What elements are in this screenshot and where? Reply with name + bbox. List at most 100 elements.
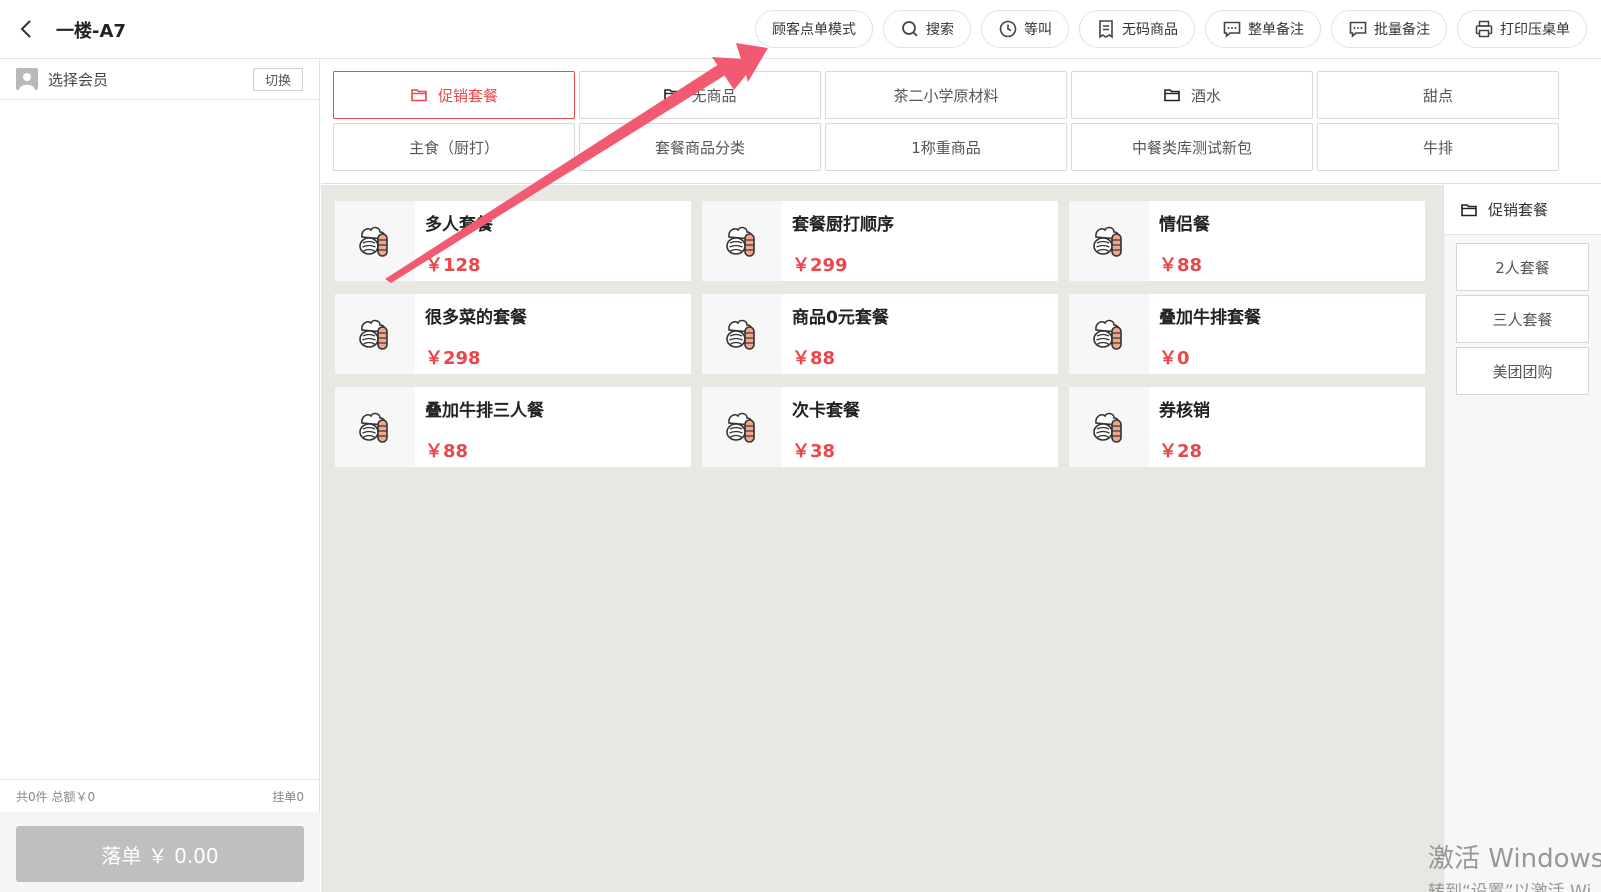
food-icon xyxy=(1069,294,1149,374)
order-panel: 选择会员 切换 共0件 总额￥0 挂单0 落单 ￥ 0.00 xyxy=(0,59,320,892)
category-tab-label: 牛排 xyxy=(1422,138,1453,157)
category-tab[interactable]: 茶二小学原材料 xyxy=(825,71,1067,119)
category-tab[interactable]: 无商品 xyxy=(579,71,821,119)
folder-icon xyxy=(663,86,681,104)
product-card[interactable]: 券核销 ￥28 xyxy=(1069,387,1425,467)
print-table-slip-label: 打印压桌单 xyxy=(1500,22,1570,38)
product-price: ￥128 xyxy=(425,255,481,276)
category-tab-label: 主食（厨打） xyxy=(408,138,499,157)
watermark-line2: 转到“设置”以激活 Wi xyxy=(1428,882,1592,892)
product-card[interactable]: 套餐厨打顺序 ￥299 xyxy=(702,201,1058,281)
search-label: 搜索 xyxy=(926,22,954,38)
product-card[interactable]: 商品0元套餐 ￥88 xyxy=(702,294,1058,374)
product-price: ￥88 xyxy=(792,348,836,369)
avatar xyxy=(16,68,38,90)
category-tab-label: 套餐商品分类 xyxy=(654,138,745,157)
subcategory-list: 2人套餐 三人套餐 美团团购 xyxy=(1444,235,1601,395)
order-remark-button[interactable]: 整单备注 xyxy=(1205,10,1321,48)
select-member-label[interactable]: 选择会员 xyxy=(48,69,108,90)
product-card[interactable]: 叠加牛排三人餐 ￥88 xyxy=(335,387,691,467)
product-card[interactable]: 情侣餐 ￥88 xyxy=(1069,201,1425,281)
product-name: 多人套餐 xyxy=(425,215,493,235)
no-barcode-item-label: 无码商品 xyxy=(1122,22,1178,38)
product-name: 很多菜的套餐 xyxy=(425,308,527,328)
batch-remark-button[interactable]: 批量备注 xyxy=(1331,10,1447,48)
category-tab[interactable]: 促销套餐 xyxy=(333,71,575,119)
food-icon xyxy=(1069,201,1149,281)
category-tab[interactable]: 中餐类库测试新包 xyxy=(1071,123,1313,171)
member-row[interactable]: 选择会员 切换 xyxy=(0,59,319,100)
category-tab[interactable]: 甜点 xyxy=(1317,71,1559,119)
print-table-slip-button[interactable]: 打印压桌单 xyxy=(1457,10,1587,48)
windows-activation-watermark: 激活 Windows 转到“设置”以激活 Wi xyxy=(1428,838,1601,892)
category-tab[interactable]: 套餐商品分类 xyxy=(579,123,821,171)
order-remark-label: 整单备注 xyxy=(1248,22,1304,38)
folder-icon xyxy=(1163,86,1181,104)
subcategory-item[interactable]: 2人套餐 xyxy=(1456,243,1589,291)
category-area: 促销套餐 无商品 茶二小学原材料 酒水 甜点主食（厨打） 套餐商品分类 1称重商品 中餐类库测… xyxy=(321,59,1601,184)
comment-icon xyxy=(1222,19,1242,39)
back-button[interactable] xyxy=(14,16,40,42)
watermark-line1: 激活 Windows xyxy=(1428,844,1601,874)
product-price: ￥88 xyxy=(1159,255,1203,276)
search-button[interactable]: 搜索 xyxy=(883,10,971,48)
food-icon xyxy=(335,201,415,281)
food-icon xyxy=(702,201,782,281)
product-name: 叠加牛排三人餐 xyxy=(425,401,544,421)
product-name: 套餐厨打顺序 xyxy=(792,215,894,235)
product-price: ￥28 xyxy=(1159,441,1203,462)
category-tabs: 促销套餐 无商品 茶二小学原材料 酒水 甜点主食（厨打） 套餐商品分类 1称重商品 中餐类库测… xyxy=(333,71,1559,171)
switch-member-button[interactable]: 切换 xyxy=(253,68,303,91)
product-name: 次卡套餐 xyxy=(792,401,860,421)
user-icon xyxy=(19,73,35,90)
top-bar: 一楼-A7 顾客点单模式 搜索 等叫 无码商品 整单备注 批量备注 打印压桌单 xyxy=(0,0,1601,59)
product-grid: 多人套餐 ￥128 套餐厨打顺序 ￥299 情侣餐 ￥88 很多菜的套餐 ￥298 商品0元套餐… xyxy=(335,201,1425,467)
product-card[interactable]: 次卡套餐 ￥38 xyxy=(702,387,1058,467)
category-tab[interactable]: 酒水 xyxy=(1071,71,1313,119)
category-tab[interactable]: 主食（厨打） xyxy=(333,123,575,171)
category-tab-label: 甜点 xyxy=(1422,86,1453,105)
product-name: 叠加牛排套餐 xyxy=(1159,308,1261,328)
category-tab-label: 促销套餐 xyxy=(437,86,498,105)
product-price: ￥38 xyxy=(792,441,836,462)
product-price: ￥298 xyxy=(425,348,481,369)
product-card[interactable]: 叠加牛排套餐 ￥0 xyxy=(1069,294,1425,374)
comment-icon xyxy=(1348,19,1368,39)
batch-remark-label: 批量备注 xyxy=(1374,22,1430,38)
product-card[interactable]: 多人套餐 ￥128 xyxy=(335,201,691,281)
chevron-left-icon xyxy=(20,20,31,38)
product-area: 多人套餐 ￥128 套餐厨打顺序 ￥299 情侣餐 ￥88 很多菜的套餐 ￥298 商品0元套餐… xyxy=(321,185,1443,892)
table-title: 一楼-A7 xyxy=(56,21,126,42)
wait-call-button[interactable]: 等叫 xyxy=(981,10,1069,48)
product-name: 商品0元套餐 xyxy=(792,308,889,328)
product-name: 券核销 xyxy=(1159,401,1210,421)
receipt-icon xyxy=(1096,19,1116,39)
customer-order-mode-button[interactable]: 顾客点单模式 xyxy=(755,10,873,48)
product-card[interactable]: 很多菜的套餐 ￥298 xyxy=(335,294,691,374)
category-tab[interactable]: 牛排 xyxy=(1317,123,1559,171)
top-actions: 顾客点单模式 搜索 等叫 无码商品 整单备注 批量备注 打印压桌单 xyxy=(755,10,1587,48)
subcategory-item[interactable]: 美团团购 xyxy=(1456,347,1589,395)
no-barcode-item-button[interactable]: 无码商品 xyxy=(1079,10,1195,48)
order-summary: 共0件 总额￥0 挂单0 xyxy=(0,779,320,812)
category-tab[interactable]: 1称重商品 xyxy=(825,123,1067,171)
folder-icon xyxy=(410,86,428,104)
product-price: ￥88 xyxy=(425,441,469,462)
category-tab-label: 无商品 xyxy=(691,86,737,105)
search-icon xyxy=(900,19,920,39)
category-tab-label: 酒水 xyxy=(1190,86,1221,105)
subcategory-item[interactable]: 三人套餐 xyxy=(1456,295,1589,343)
order-item-list xyxy=(0,100,319,780)
subcategory-panel: 促销套餐 2人套餐 三人套餐 美团团购 xyxy=(1443,185,1601,892)
food-icon xyxy=(702,294,782,374)
category-tab-label: 1称重商品 xyxy=(911,138,981,157)
wait-call-label: 等叫 xyxy=(1024,22,1052,38)
subcategory-header[interactable]: 促销套餐 xyxy=(1444,185,1601,235)
order-totals: 共0件 总额￥0 xyxy=(16,789,96,804)
food-icon xyxy=(335,387,415,467)
place-order-button[interactable]: 落单 ￥ 0.00 xyxy=(16,826,304,882)
product-name: 情侣餐 xyxy=(1159,215,1210,235)
printer-icon xyxy=(1474,19,1494,39)
category-tab-label: 茶二小学原材料 xyxy=(893,86,999,105)
held-orders[interactable]: 挂单0 xyxy=(272,788,304,805)
